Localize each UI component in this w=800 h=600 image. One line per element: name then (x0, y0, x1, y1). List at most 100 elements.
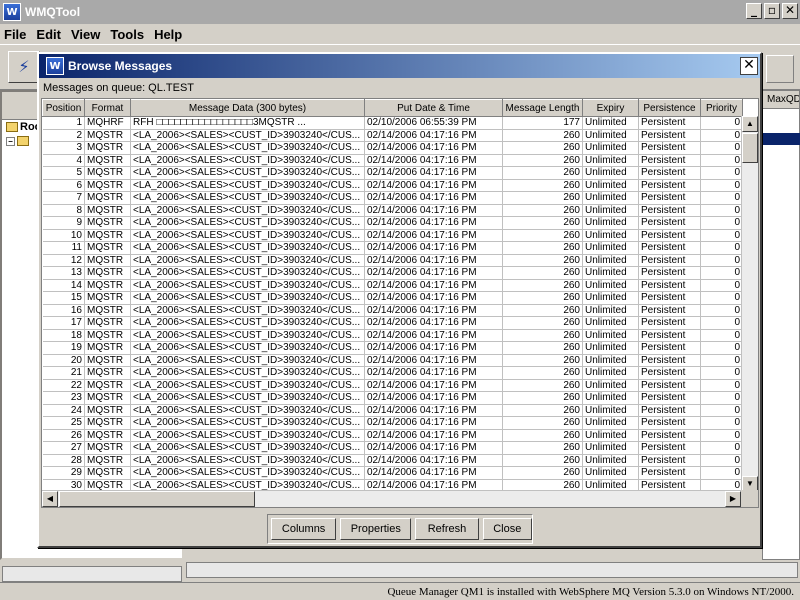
tree-horizontal-scrollbar[interactable] (2, 566, 182, 582)
table-cell: 0 (700, 454, 743, 467)
expand-icon[interactable]: − (6, 136, 15, 146)
close-window-button[interactable]: ✕ (782, 3, 798, 19)
table-row[interactable]: 21 MQSTR <LA_2006><SALES><CUST_ID>3903240<… (42, 366, 743, 380)
table-cell: Unlimited (582, 366, 639, 380)
properties-button[interactable]: Properties (340, 518, 412, 540)
table-cell: Persistent (638, 354, 701, 367)
table-row[interactable]: 5 MQSTR <LA_2006><SALES><CUST_ID>3903240</… (42, 166, 743, 180)
table-cell: 0 (700, 341, 743, 355)
table-row[interactable]: 15 MQSTR <LA_2006><SALES><CUST_ID>3903240<… (42, 291, 743, 305)
scroll-left-icon[interactable]: ◀ (42, 491, 58, 507)
horizontal-scrollbar[interactable]: ◀ ▶ (42, 490, 742, 507)
table-row[interactable]: 13 MQSTR <LA_2006><SALES><CUST_ID>3903240<… (42, 266, 743, 280)
table-cell: Persistent (638, 179, 701, 192)
vertical-scroll-thumb[interactable] (742, 133, 758, 163)
table-cell: 02/14/2006 04:17:16 PM (364, 466, 503, 480)
menu-edit[interactable]: Edit (36, 27, 61, 42)
menu-tools[interactable]: Tools (110, 27, 144, 42)
horizontal-scroll-thumb[interactable] (59, 491, 255, 507)
table-row[interactable]: 22 MQSTR <LA_2006><SALES><CUST_ID>3903240<… (42, 379, 743, 392)
column-header-maxqdepth[interactable]: MaxQD (763, 91, 799, 109)
restore-button[interactable]: ▫ (764, 3, 780, 19)
table-cell: 10 (42, 229, 85, 242)
table-cell: Persistent (638, 366, 701, 380)
table-row[interactable]: 10 MQSTR <LA_2006><SALES><CUST_ID>3903240<… (42, 229, 743, 242)
table-row[interactable]: 12 MQSTR <LA_2006><SALES><CUST_ID>3903240<… (42, 254, 743, 267)
table-cell: 26 (42, 429, 85, 442)
table-cell: <LA_2006><SALES><CUST_ID>3903240</CUS... (130, 229, 365, 242)
table-row[interactable]: 25 MQSTR <LA_2006><SALES><CUST_ID>3903240<… (42, 416, 743, 430)
table-row[interactable]: 4 MQSTR <LA_2006><SALES><CUST_ID>3903240</… (42, 154, 743, 167)
table-row[interactable]: 17 MQSTR <LA_2006><SALES><CUST_ID>3903240<… (42, 316, 743, 330)
browse-messages-dialog: W Browse Messages ✕ Messages on queue: Q… (37, 52, 762, 548)
table-cell: <LA_2006><SALES><CUST_ID>3903240</CUS... (130, 166, 365, 180)
toolbar-connect-button[interactable]: ⚡ (8, 51, 40, 83)
table-cell: Persistent (638, 291, 701, 305)
minimize-button[interactable]: _ (746, 3, 762, 19)
table-body: 1 MQHRF RFH □□□□□□□□□□□□□□□□3MQSTR ... 02/1… (42, 116, 743, 492)
table-row[interactable]: 16 MQSTR <LA_2006><SALES><CUST_ID>3903240<… (42, 304, 743, 317)
dialog-close-button[interactable]: ✕ (740, 57, 758, 75)
table-row[interactable]: 26 MQSTR <LA_2006><SALES><CUST_ID>3903240<… (42, 429, 743, 442)
table-cell: Persistent (638, 316, 701, 330)
table-cell: 260 (502, 154, 583, 167)
scroll-up-icon[interactable]: ▲ (742, 116, 758, 132)
table-row[interactable]: 28 MQSTR <LA_2006><SALES><CUST_ID>3903240<… (42, 454, 743, 467)
vertical-scrollbar[interactable]: ▲ ▼ (741, 116, 758, 492)
table-row[interactable]: 8 MQSTR <LA_2006><SALES><CUST_ID>3903240</… (42, 204, 743, 217)
table-row[interactable]: 7 MQSTR <LA_2006><SALES><CUST_ID>3903240</… (42, 191, 743, 205)
table-row[interactable]: 3 MQSTR <LA_2006><SALES><CUST_ID>3903240</… (42, 141, 743, 155)
table-cell: <LA_2006><SALES><CUST_ID>3903240</CUS... (130, 429, 365, 442)
table-cell: Unlimited (582, 141, 639, 155)
table-row[interactable]: 29 MQSTR <LA_2006><SALES><CUST_ID>3903240<… (42, 466, 743, 480)
queue-list-panel[interactable]: MaxQD (762, 90, 800, 560)
table-row[interactable]: 2 MQSTR <LA_2006><SALES><CUST_ID>3903240</… (42, 129, 743, 142)
table-row[interactable]: 23 MQSTR <LA_2006><SALES><CUST_ID>3903240<… (42, 391, 743, 405)
column-header[interactable]: Put Date & Time (364, 99, 503, 117)
column-header[interactable]: Message Length (502, 99, 583, 117)
table-row[interactable]: 9 MQSTR <LA_2006><SALES><CUST_ID>3903240</… (42, 216, 743, 230)
column-header[interactable]: Priority (700, 99, 743, 117)
table-row[interactable]: 27 MQSTR <LA_2006><SALES><CUST_ID>3903240<… (42, 441, 743, 455)
toolbar-right-button[interactable] (766, 55, 794, 83)
list-horizontal-scrollbar[interactable] (186, 562, 798, 578)
table-row[interactable]: 18 MQSTR <LA_2006><SALES><CUST_ID>3903240<… (42, 329, 743, 342)
table-cell: Unlimited (582, 391, 639, 405)
table-cell: 0 (700, 441, 743, 455)
table-cell: 12 (42, 254, 85, 267)
table-row[interactable]: 24 MQSTR <LA_2006><SALES><CUST_ID>3903240<… (42, 404, 743, 417)
table-row[interactable]: 6 MQSTR <LA_2006><SALES><CUST_ID>3903240</… (42, 179, 743, 192)
table-cell: Unlimited (582, 254, 639, 267)
table-cell: 2 (42, 129, 85, 142)
table-cell: Unlimited (582, 229, 639, 242)
menu-view[interactable]: View (71, 27, 100, 42)
column-header[interactable]: Message Data (300 bytes) (130, 99, 365, 117)
column-header[interactable]: Expiry (582, 99, 639, 117)
refresh-button[interactable]: Refresh (415, 518, 479, 540)
table-row[interactable]: 1 MQHRF RFH □□□□□□□□□□□□□□□□3MQSTR ... 02/1… (42, 116, 743, 130)
table-cell: MQSTR (84, 266, 131, 280)
table-cell: Persistent (638, 441, 701, 455)
table-cell: 17 (42, 316, 85, 330)
table-row[interactable]: 11 MQSTR <LA_2006><SALES><CUST_ID>3903240<… (42, 241, 743, 255)
menu-help[interactable]: Help (154, 27, 182, 42)
close-button[interactable]: Close (482, 518, 532, 540)
table-row[interactable]: 20 MQSTR <LA_2006><SALES><CUST_ID>3903240<… (42, 354, 743, 367)
column-header[interactable]: Persistence (638, 99, 701, 117)
table-cell: 02/14/2006 04:17:16 PM (364, 129, 503, 142)
column-header[interactable]: Format (84, 99, 131, 117)
scroll-right-icon[interactable]: ▶ (725, 491, 741, 507)
table-cell: 0 (700, 191, 743, 205)
table-cell: 260 (502, 354, 583, 367)
table-cell: Persistent (638, 116, 701, 130)
table-cell: 0 (700, 241, 743, 255)
table-cell: MQSTR (84, 291, 131, 305)
table-cell: 02/14/2006 04:17:16 PM (364, 454, 503, 467)
column-header[interactable]: Position (42, 99, 85, 117)
menu-file[interactable]: File (4, 27, 26, 42)
table-cell: 260 (502, 316, 583, 330)
table-cell: Unlimited (582, 154, 639, 167)
table-row[interactable]: 14 MQSTR <LA_2006><SALES><CUST_ID>3903240<… (42, 279, 743, 292)
columns-button[interactable]: Columns (271, 518, 337, 540)
table-row[interactable]: 19 MQSTR <LA_2006><SALES><CUST_ID>3903240<… (42, 341, 743, 355)
